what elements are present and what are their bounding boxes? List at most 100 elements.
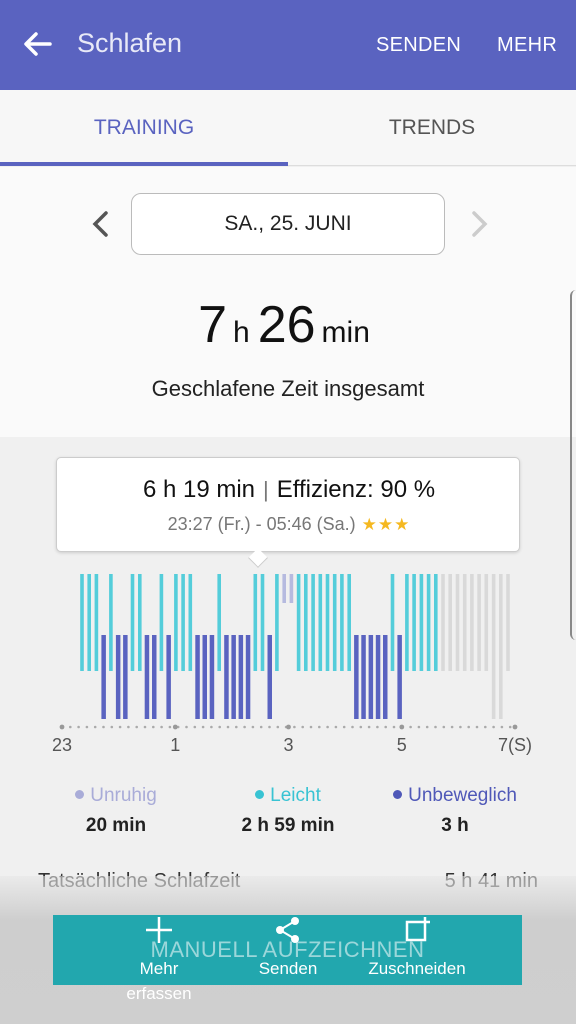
sleep-bar (195, 635, 200, 719)
sleep-bar (325, 574, 330, 671)
axis-dot (268, 725, 271, 729)
sleep-bar (470, 574, 474, 671)
sleep-bar (383, 635, 388, 719)
sleep-bar (318, 574, 323, 671)
tab-indicator (0, 162, 288, 166)
sleep-bar (462, 574, 467, 671)
legend-value: 2 h 59 min (241, 815, 335, 836)
sleep-bar (130, 574, 135, 671)
sleep-bar (434, 574, 438, 671)
tab-training[interactable]: TRAINING (0, 90, 288, 166)
sleep-bar (499, 574, 503, 719)
capture-crop-button[interactable]: Zuschneiden (362, 915, 472, 979)
tab-bar: TRAINING TRENDS (0, 90, 576, 166)
axis-dot (152, 725, 155, 729)
axis-dot (276, 725, 280, 729)
axis-dot (226, 725, 230, 729)
legend-dot-icon (255, 790, 265, 799)
axis-dot (475, 725, 479, 729)
sleep-bar (174, 574, 178, 671)
sleep-bar (289, 574, 294, 603)
axis-dot (384, 725, 388, 729)
x-tick-label: 1 (170, 735, 180, 755)
axis-tick (399, 724, 405, 730)
axis-dot (326, 725, 329, 729)
axis-dot (500, 725, 504, 729)
sleep-bar (311, 574, 315, 671)
axis-dot (185, 725, 188, 729)
axis-dot (442, 725, 446, 729)
minutes-unit: min (321, 316, 370, 349)
axis-dot (135, 725, 138, 729)
axis-dot (143, 725, 147, 729)
axis-dot (351, 725, 354, 729)
date-selector[interactable]: SA., 25. JUNI (131, 193, 445, 255)
axis-dot (359, 725, 363, 729)
sleep-bar (477, 574, 481, 671)
axis-dot (69, 725, 72, 729)
sleep-chart: 23 1 3 5 7(S) (52, 574, 532, 755)
sleep-duration: 6 h 19 min (142, 476, 256, 503)
rating-stars-icon: ★★★ (361, 515, 411, 534)
sleep-bar (484, 574, 489, 671)
app-bar: Schlafen SENDEN MEHR (0, 0, 576, 90)
sleep-bar (354, 635, 359, 719)
edge-panel-handle[interactable] (570, 290, 576, 640)
axis-dot (127, 725, 130, 729)
sleep-bar (209, 635, 215, 719)
axis-dot (467, 725, 471, 729)
sleep-bar (332, 574, 337, 671)
send-button[interactable]: SENDEN (376, 34, 461, 57)
sleep-bar (304, 574, 308, 671)
sleep-bar (159, 574, 164, 671)
axis-dot (301, 725, 305, 729)
sleep-bar (267, 635, 272, 719)
axis-dot (251, 725, 255, 729)
more-button[interactable]: MEHR (497, 34, 557, 57)
sleep-detail-section: 6 h 19 min | Effizienz: 90 % 23:27 (Fr.) -… (0, 437, 576, 892)
back-arrow-icon[interactable] (20, 26, 56, 62)
sleep-bar (361, 635, 366, 719)
total-sleep-label: Geschlafene Zeit insgesamt (151, 376, 425, 401)
tooltip-time-range: 23:27 (Fr.) - 05:46 (Sa.) ★★★ (57, 514, 521, 535)
axis-dot (492, 725, 495, 729)
sleep-bar (166, 635, 171, 719)
sleep-bar (405, 574, 409, 671)
axis-dot (367, 725, 371, 729)
axis-dot (243, 725, 246, 729)
sleep-bar (441, 574, 445, 671)
legend-label: Unruhig (20, 785, 212, 807)
sleep-bar (375, 635, 381, 719)
tooltip-main: 6 h 19 min | Effizienz: 90 % (57, 476, 521, 504)
total-sleep-time: 7 h 26 min (0, 295, 576, 355)
sleep-bar (80, 574, 84, 671)
sleep-bar (455, 574, 460, 671)
capture-more-button[interactable]: Mehr (104, 915, 214, 979)
axis-dot (309, 725, 313, 729)
axis-dot (425, 725, 429, 729)
sleep-bar (419, 574, 424, 671)
sleep-bar (390, 574, 395, 671)
sleep-bar (144, 635, 150, 719)
axis-dot (334, 725, 338, 729)
sleep-bar (245, 635, 251, 719)
capture-share-label: Senden (258, 959, 318, 978)
crop-icon (405, 917, 430, 942)
sleep-bar (426, 574, 431, 671)
axis-dot (85, 725, 89, 729)
axis-dot (409, 725, 412, 729)
hours-unit: h (233, 316, 250, 349)
plus-icon (146, 917, 172, 943)
previous-day-icon[interactable] (86, 209, 116, 239)
sleep-bar (448, 574, 452, 671)
tab-trends[interactable]: TRENDS (288, 90, 576, 166)
axis-dot (218, 725, 221, 729)
legend-label: Unbeweglich (359, 785, 551, 807)
sleep-bar (202, 635, 207, 719)
legend-light: Leicht 2 h 59 min (192, 785, 384, 837)
capture-share-button[interactable]: Senden (233, 915, 343, 979)
axis-dot (201, 725, 205, 729)
sleep-bar (152, 635, 157, 719)
sleep-bar (397, 635, 402, 719)
axis-dot (484, 725, 487, 729)
